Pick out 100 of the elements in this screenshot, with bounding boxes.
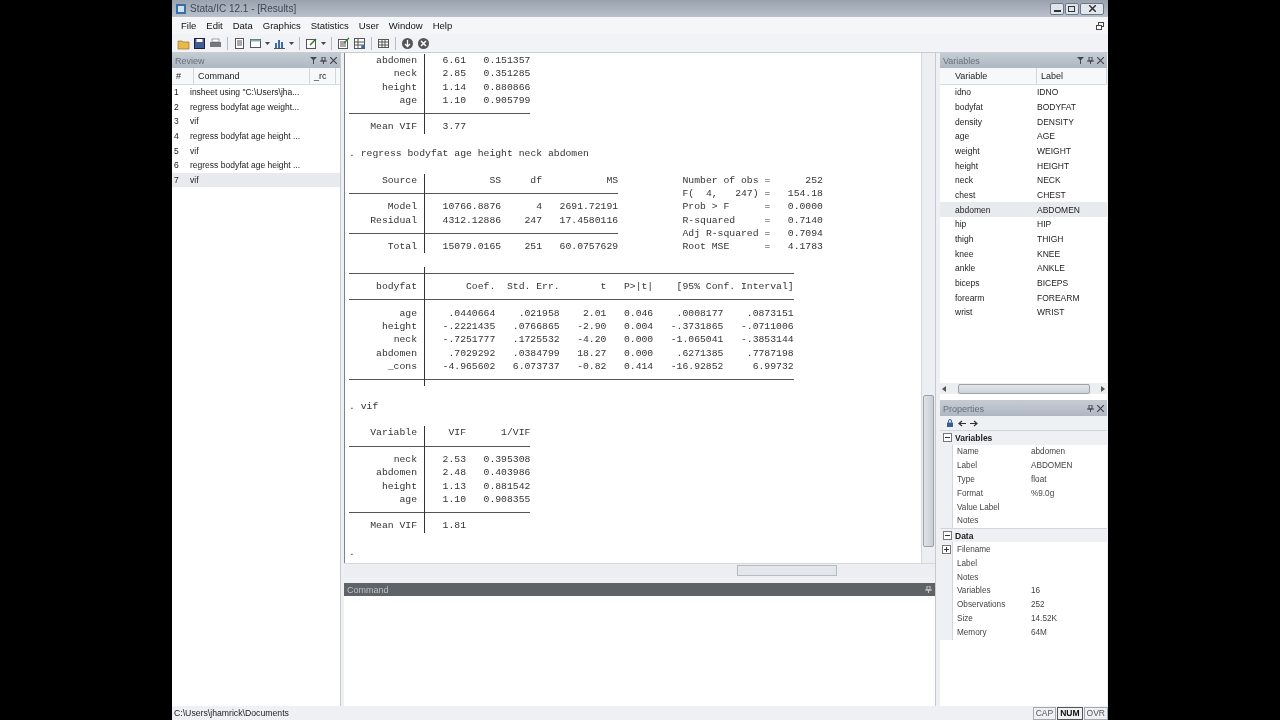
left-arrow-icon[interactable] [958,419,966,427]
pin-icon[interactable] [1087,405,1094,412]
review-row[interactable]: 2 regress bodyfat age weight... [172,99,340,115]
caret-icon[interactable] [289,41,294,45]
column-header[interactable]: Label [1037,68,1107,84]
panel-title: Properties [943,403,986,414]
scrollbar[interactable] [940,383,1107,394]
table-cell-text: 1.81 [441,519,466,533]
table-cell-text: .6271385 [675,346,724,360]
variable-row[interactable]: height HEIGHT [940,158,1107,173]
review-row[interactable]: 6 regress bodyfat age height ... [172,157,340,173]
table-cell-text: -16.92852 [669,359,724,374]
column-header: bodyfat [349,280,426,294]
window-icon[interactable] [249,36,262,50]
edit-icon[interactable] [305,36,318,50]
lock-icon[interactable] [946,419,954,427]
menu-item[interactable]: User [353,20,384,31]
scrollbar[interactable] [344,563,935,576]
review-row[interactable]: 4 regress bodyfat age height ... [172,128,340,144]
column-header: t [599,280,607,294]
variable-row[interactable]: age AGE [940,128,1107,144]
left-arrow-icon[interactable] [942,385,946,392]
variable-row[interactable]: abdomen ABDOMEN [940,202,1107,217]
variable-row[interactable]: ankle ANKLE [940,260,1107,276]
table-cell-text: 0.880866 [482,80,531,94]
variable-row[interactable]: bodyfat BODYFAT [940,99,1107,115]
property-name: Notes [956,572,980,582]
statistic-line: Number of obs = 252 [682,174,823,186]
table-cell-text: 0.395308 [482,452,531,467]
column-header[interactable]: _rc [310,68,336,84]
document-icon[interactable] [233,36,246,50]
collapse-toggle[interactable] [943,433,952,443]
pin-icon[interactable] [925,586,932,593]
property-value: float [1031,474,1047,484]
table-cell-text: 1.10 [441,492,466,507]
property-value: 16 [1031,586,1041,596]
command-field[interactable] [344,596,935,706]
menu-item[interactable]: Edit [201,20,228,31]
close-icon[interactable] [1097,405,1104,412]
variable-row[interactable]: wrist WRIST [940,304,1107,320]
table-icon[interactable] [377,36,390,50]
table-cell-text: 6.61 [441,54,466,68]
menu-item[interactable]: Window [383,20,428,31]
restore-button[interactable] [1065,2,1079,15]
variable-row[interactable]: neck NECK [940,172,1107,188]
table-cell-text: -.3731865 [669,319,724,334]
save-icon[interactable] [193,36,206,50]
column-header[interactable]: Variable [940,68,1037,84]
filter-icon[interactable] [310,57,317,64]
menu-item[interactable]: Graphics [257,20,306,31]
review-row[interactable]: 7 vif [172,172,340,188]
collapse-toggle[interactable] [943,531,952,541]
scroll-thumb[interactable] [737,564,837,576]
variable-row[interactable]: weight WEIGHT [940,143,1107,159]
table-cell-text: 4312.12886 [441,213,502,227]
caret-icon[interactable] [265,41,270,45]
menu-item[interactable]: File [176,20,202,31]
caret-icon[interactable] [321,41,326,45]
down-arrow-icon[interactable] [401,36,414,50]
pin-icon[interactable] [320,57,327,64]
scroll-thumb[interactable] [957,383,1090,394]
variable-row[interactable]: density DENSITY [940,114,1107,129]
table-cell-text: 2.53 [441,452,466,467]
section-title: Data [955,530,974,541]
column-header[interactable]: Command [194,68,310,84]
right-arrow-icon[interactable] [970,419,978,427]
statistic-line: Adj R-squared = 0.7094 [682,227,823,239]
variable-row[interactable]: knee KNEE [940,246,1107,261]
variable-row[interactable]: idno IDNO [940,85,1107,100]
edit-icon[interactable] [337,36,350,50]
menu-item[interactable]: Statistics [305,20,354,31]
menu-item[interactable]: Help [427,20,458,31]
review-row[interactable]: 5 vif [172,143,340,158]
restore-icon[interactable] [1096,21,1104,30]
table-icon[interactable] [353,36,366,50]
close-icon[interactable] [417,36,430,50]
right-arrow-icon[interactable] [1101,385,1105,392]
printer-icon[interactable] [209,36,222,50]
filter-icon[interactable] [1077,57,1084,64]
column-header[interactable]: # [172,68,194,84]
close-icon[interactable] [1097,57,1104,64]
table-cell-text: -.2221435 [441,319,496,334]
close-icon[interactable] [330,57,337,64]
scroll-thumb[interactable] [923,395,934,547]
table-cell-text: -2.90 [576,319,607,334]
pin-icon[interactable] [1087,57,1094,64]
variable-row[interactable]: biceps BICEPS [940,275,1107,291]
close-button[interactable] [1080,2,1104,15]
table-cell-text: -4.965602 [441,359,496,374]
scrollbar[interactable] [921,53,935,563]
review-row[interactable]: 1 insheet using "C:\Users\jha... [172,85,340,100]
minimize-button[interactable] [1050,2,1064,15]
property-name: Label [956,460,979,470]
variable-row[interactable]: hip HIP [940,216,1107,232]
review-row[interactable]: 3 vif [172,114,340,129]
variable-row[interactable]: chest CHEST [940,187,1107,203]
menu-item[interactable]: Data [227,20,258,31]
command-echo: . regress bodyfat age height neck abdomen [349,147,589,161]
variable-row[interactable]: thigh THIGH [940,231,1107,247]
variable-row[interactable]: forearm FOREARM [940,290,1107,305]
